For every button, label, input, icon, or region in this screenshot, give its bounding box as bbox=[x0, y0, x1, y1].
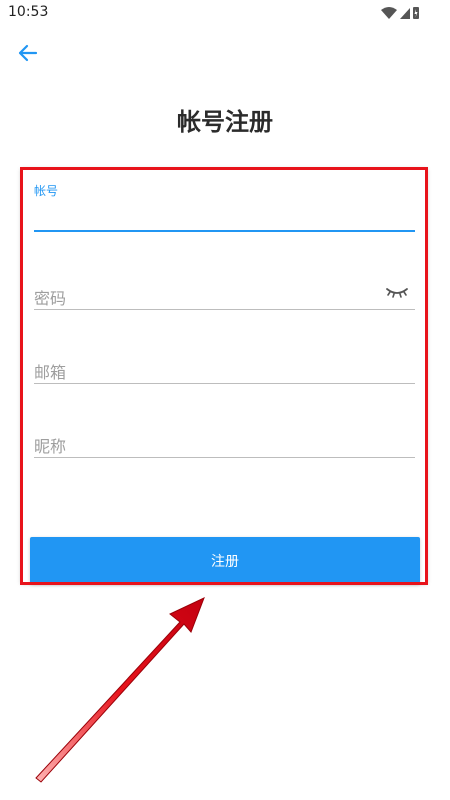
signal-icon bbox=[400, 8, 410, 19]
nickname-input[interactable] bbox=[34, 437, 415, 456]
register-button[interactable]: 注册 bbox=[30, 537, 420, 584]
account-input[interactable] bbox=[34, 211, 415, 230]
back-arrow-icon bbox=[18, 44, 38, 62]
nickname-field[interactable] bbox=[34, 426, 415, 458]
wifi-icon bbox=[381, 7, 397, 19]
email-input[interactable] bbox=[34, 363, 415, 382]
password-field[interactable] bbox=[34, 278, 415, 310]
register-screen: 10:53 帐号注册 帐号 邮箱 昵称 注册 bbox=[0, 0, 450, 800]
account-label: 帐号 bbox=[34, 184, 59, 198]
email-field[interactable] bbox=[34, 352, 415, 384]
eye-closed-icon[interactable] bbox=[385, 284, 409, 300]
back-button[interactable] bbox=[14, 40, 42, 66]
nickname-underline bbox=[34, 457, 415, 458]
password-underline bbox=[34, 309, 415, 310]
status-time: 10:53 bbox=[8, 4, 49, 20]
status-icons bbox=[381, 7, 419, 19]
page-title: 帐号注册 bbox=[177, 108, 273, 136]
account-underline bbox=[34, 230, 415, 232]
email-underline bbox=[34, 383, 415, 384]
status-bar: 10:53 bbox=[0, 0, 450, 26]
password-input[interactable] bbox=[34, 289, 415, 308]
account-field[interactable]: 帐号 bbox=[34, 182, 415, 232]
